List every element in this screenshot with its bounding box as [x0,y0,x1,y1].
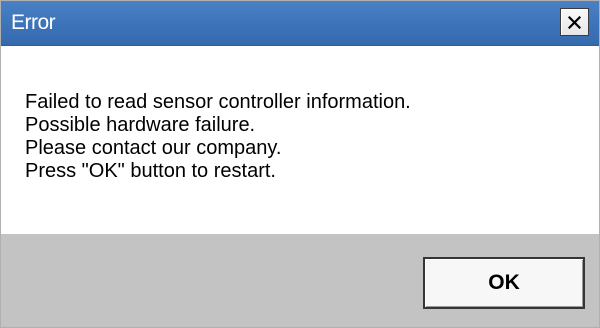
title-bar[interactable]: Error [1,1,599,46]
message-line: Press "OK" button to restart. [25,160,276,182]
message-area: Failed to read sensor controller informa… [1,46,599,234]
ok-button[interactable]: OK [423,257,585,309]
dialog-title: Error [11,11,56,34]
close-button[interactable] [560,8,589,36]
close-icon [568,15,581,29]
message-line: Please contact our company. [25,137,282,159]
error-dialog: Error Failed to read sensor controller i… [0,0,600,328]
message-line: Failed to read sensor controller informa… [25,91,411,113]
error-message: Failed to read sensor controller informa… [25,91,411,183]
message-line: Possible hardware failure. [25,114,256,136]
button-bar: OK [1,234,599,327]
